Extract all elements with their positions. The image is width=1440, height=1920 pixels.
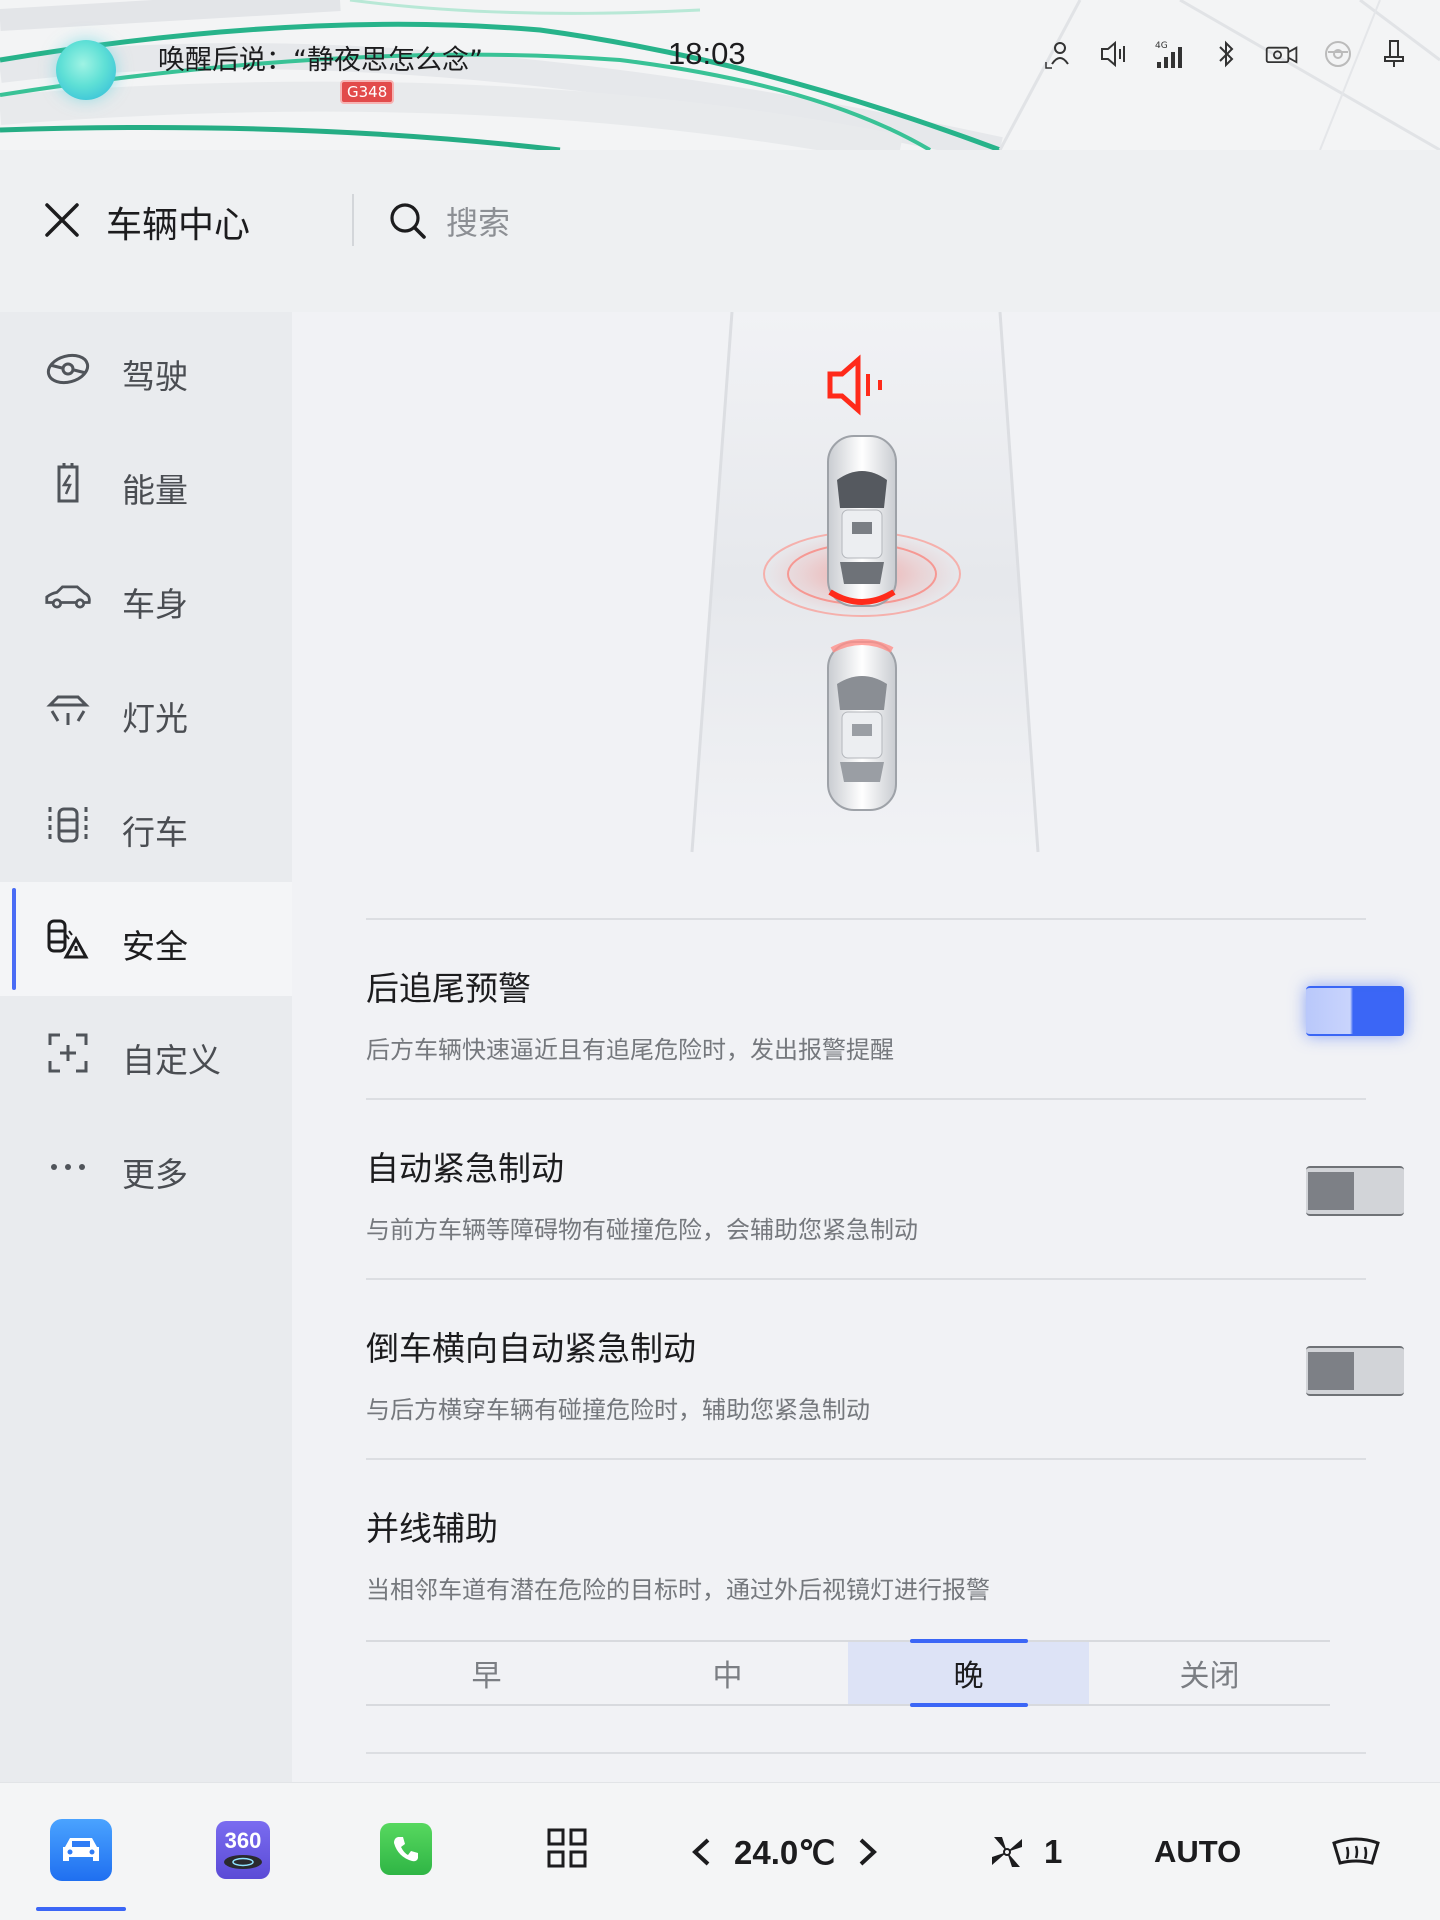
- timing-option-late[interactable]: 晚: [848, 1639, 1089, 1707]
- rear-car: [827, 639, 897, 811]
- voice-assistant-orb[interactable]: [56, 40, 116, 100]
- setting-description: 当相邻车道有潜在危险的目标时，通过外后视镜灯进行报警: [366, 1576, 990, 1604]
- headlight-icon: [44, 691, 92, 731]
- status-bar: 唤醒后说：“静夜思怎么念” G348 18:03 4G: [0, 0, 1440, 150]
- sidebar-item-label: 车身: [122, 585, 188, 624]
- bluetooth-icon[interactable]: [1208, 36, 1244, 72]
- lane-change-assist-row: 并线辅助 当相邻车道有潜在危险的目标时，通过外后视镜灯进行报警: [366, 1458, 1366, 1638]
- volume-icon[interactable]: [1096, 36, 1132, 72]
- climate-auto-button[interactable]: AUTO: [1154, 1827, 1241, 1877]
- toggle-knob: [1308, 1172, 1354, 1210]
- sidebar-item-label: 安全: [122, 927, 188, 966]
- sidebar-item-drive-mode[interactable]: 行车: [0, 768, 292, 882]
- close-button[interactable]: [40, 198, 84, 242]
- dock-active-indicator: [36, 1907, 126, 1911]
- safety-icon: [44, 919, 92, 959]
- clock: 18:03: [668, 36, 746, 71]
- sidebar-item-driving[interactable]: 驾驶: [0, 312, 292, 426]
- setting-title: 并线辅助: [366, 1509, 498, 1548]
- search-placeholder: 搜索: [446, 204, 511, 242]
- rcta-toggle[interactable]: [1306, 1346, 1404, 1396]
- voice-hint-text: 唤醒后说：“静夜思怎么念”: [158, 45, 483, 76]
- sidebar-item-more[interactable]: 更多: [0, 1110, 292, 1224]
- sidebar-item-label: 灯光: [122, 699, 188, 738]
- search-icon: [390, 203, 426, 239]
- setting-description: 与后方横穿车辆有碰撞危险时，辅助您紧急制动: [366, 1396, 870, 1424]
- sidebar-item-label: 更多: [122, 1155, 188, 1194]
- page-header: 车辆中心 搜索: [0, 150, 1440, 312]
- aeb-toggle[interactable]: [1306, 1166, 1404, 1216]
- phone-icon: [394, 1837, 418, 1862]
- road-number-badge: G348: [340, 80, 395, 104]
- defrost-icon: [1332, 1837, 1380, 1865]
- temp-decrease-button[interactable]: [690, 1837, 712, 1867]
- system-icons: 4G: [1040, 36, 1412, 72]
- sidebar-item-label: 能量: [122, 471, 188, 510]
- rear-collision-toggle[interactable]: [1306, 986, 1404, 1036]
- camera-icon[interactable]: [1264, 36, 1300, 72]
- car-body-icon: [44, 577, 92, 617]
- auto-emergency-braking-row: 自动紧急制动 与前方车辆等障碍物有碰撞危险，会辅助您紧急制动: [366, 1098, 1404, 1278]
- setting-title: 自动紧急制动: [366, 1149, 564, 1188]
- signal-label: 4G: [1155, 41, 1168, 51]
- search-input[interactable]: 搜索: [388, 190, 988, 252]
- toggle-knob: [1308, 1352, 1354, 1390]
- lane-assist-timing-selector: 早 中 晚 关闭: [366, 1639, 1330, 1707]
- car-icon: [63, 1838, 99, 1861]
- fan-level-value: 1: [1044, 1833, 1063, 1870]
- 4g-signal-icon: 4G: [1152, 36, 1188, 72]
- setting-description: 与前方车辆等障碍物有碰撞危险，会辅助您紧急制动: [366, 1216, 918, 1244]
- sidebar-item-label: 行车: [122, 813, 188, 852]
- camera-lens-icon: [224, 1855, 262, 1869]
- app-grid-icon: [547, 1828, 587, 1868]
- steering-icon: [1320, 36, 1356, 72]
- steering-wheel-icon: [44, 349, 92, 389]
- bottom-dock: 360 24.0℃ 1 AUTO: [0, 1782, 1440, 1920]
- rear-collision-illustration: [690, 312, 1040, 853]
- all-apps-button[interactable]: [542, 1823, 592, 1873]
- 360-camera-app-button[interactable]: 360: [216, 1821, 270, 1879]
- setting-description: 后方车辆快速逼近且有追尾危险时，发出报警提醒: [366, 1036, 894, 1064]
- temperature-control: 24.0℃: [690, 1827, 879, 1877]
- sidebar-item-energy[interactable]: 能量: [0, 426, 292, 540]
- setting-title: 后追尾预警: [366, 969, 531, 1008]
- temp-increase-button[interactable]: [857, 1837, 879, 1867]
- app-360-label: 360: [224, 1828, 262, 1853]
- timing-option-early[interactable]: 早: [366, 1642, 607, 1704]
- custom-icon: [44, 1033, 92, 1073]
- vehicle-center-app-button[interactable]: [50, 1819, 112, 1881]
- sidebar-item-label: 自定义: [122, 1041, 221, 1080]
- usb-icon[interactable]: [1376, 36, 1412, 72]
- temperature-value: 24.0℃: [734, 1833, 836, 1871]
- fan-icon: [992, 1837, 1022, 1867]
- fan-speed-control[interactable]: 1: [988, 1827, 1062, 1877]
- user-profile-icon[interactable]: [1040, 36, 1076, 72]
- divider: [366, 1752, 1366, 1754]
- sidebar: 驾驶 能量 车身 灯光 行车 安全 自定义 更多: [0, 312, 292, 1782]
- header-divider: [352, 194, 354, 246]
- close-icon: [45, 203, 79, 237]
- lane-icon: [44, 805, 92, 845]
- sidebar-item-custom[interactable]: 自定义: [0, 996, 292, 1110]
- sidebar-item-label: 驾驶: [122, 357, 188, 396]
- timing-option-mid[interactable]: 中: [607, 1642, 848, 1704]
- main-content: 后追尾预警 后方车辆快速逼近且有追尾危险时，发出报警提醒 自动紧急制动 与前方车…: [292, 312, 1440, 1782]
- sidebar-item-body[interactable]: 车身: [0, 540, 292, 654]
- battery-charge-icon: [44, 463, 92, 503]
- sidebar-item-safety[interactable]: 安全: [0, 882, 292, 996]
- toggle-knob: [1354, 992, 1400, 1030]
- page-title: 车辆中心: [106, 205, 251, 246]
- reverse-cross-traffic-braking-row: 倒车横向自动紧急制动 与后方横穿车辆有碰撞危险时，辅助您紧急制动: [366, 1278, 1404, 1458]
- front-car: [827, 435, 897, 607]
- timing-option-off[interactable]: 关闭: [1089, 1642, 1330, 1704]
- more-icon: [44, 1147, 92, 1187]
- rear-defrost-button[interactable]: [1328, 1827, 1384, 1877]
- phone-app-button[interactable]: [380, 1823, 432, 1875]
- setting-title: 倒车横向自动紧急制动: [366, 1329, 696, 1368]
- rear-collision-warning-row: 后追尾预警 后方车辆快速逼近且有追尾危险时，发出报警提醒: [366, 918, 1404, 1098]
- sidebar-item-lights[interactable]: 灯光: [0, 654, 292, 768]
